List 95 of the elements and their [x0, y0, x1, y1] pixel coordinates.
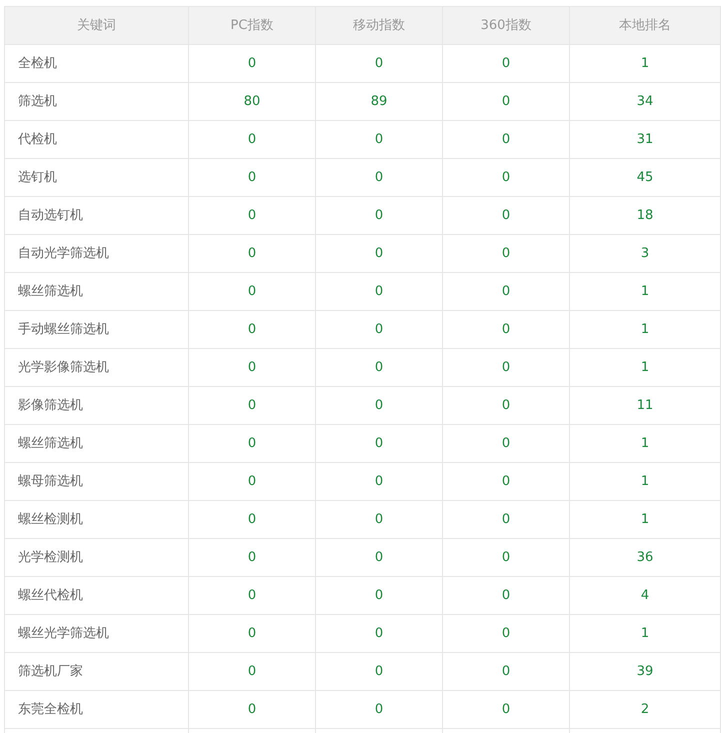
number-cell: 0: [442, 120, 570, 158]
keyword-cell: 光学影像筛选机: [4, 348, 188, 386]
number-cell: 0: [442, 576, 570, 614]
number-cell: 0: [188, 538, 316, 576]
number-cell: 0: [188, 576, 316, 614]
number-cell: 0: [316, 44, 442, 82]
number-cell: 0: [188, 272, 316, 310]
column-header: 本地排名: [570, 6, 720, 44]
keyword-cell: 自动光学筛选机: [4, 234, 188, 272]
number-cell: 4: [570, 576, 720, 614]
number-cell: 34: [570, 82, 720, 120]
number-cell: 0: [316, 538, 442, 576]
number-cell: 0: [188, 462, 316, 500]
number-cell: 0: [442, 652, 570, 690]
keyword-cell: 影像筛选机: [4, 386, 188, 424]
number-cell: 0: [442, 690, 570, 728]
number-cell: 31: [570, 120, 720, 158]
number-cell: 0: [442, 500, 570, 538]
number-cell: 18: [570, 196, 720, 234]
number-cell: 1: [570, 614, 720, 652]
number-cell: 0: [442, 538, 570, 576]
keyword-cell: 螺母筛选机: [4, 462, 188, 500]
column-header: PC指数: [188, 6, 316, 44]
keyword-cell: 东莞全检机: [4, 690, 188, 728]
number-cell: 0: [316, 690, 442, 728]
number-cell: 1: [570, 500, 720, 538]
number-cell: 1: [570, 348, 720, 386]
number-cell: 0: [316, 158, 442, 196]
number-cell: 0: [316, 424, 442, 462]
number-cell: 0: [188, 120, 316, 158]
keyword-cell: 光学检测机: [4, 538, 188, 576]
number-cell: 0: [442, 310, 570, 348]
number-cell: 0: [442, 44, 570, 82]
number-cell: 0: [316, 120, 442, 158]
keyword-cell: 螺丝筛选机: [4, 272, 188, 310]
number-cell: 0: [316, 500, 442, 538]
keyword-cell: 螺丝代检机: [4, 576, 188, 614]
number-cell: 0: [442, 82, 570, 120]
number-cell: 0: [188, 348, 316, 386]
keyword-cell: 手动螺丝筛选机: [4, 310, 188, 348]
number-cell: 0: [442, 196, 570, 234]
number-cell: 0: [316, 348, 442, 386]
number-cell: 0: [316, 196, 442, 234]
keyword-cell: 代检机: [4, 120, 188, 158]
keyword-cell: 筛选机厂家: [4, 652, 188, 690]
keyword-cell: 自动选钉机: [4, 196, 188, 234]
number-cell: 0: [188, 158, 316, 196]
number-cell: 0: [316, 272, 442, 310]
number-cell: 1: [570, 424, 720, 462]
column-header: 360指数: [442, 6, 570, 44]
number-cell: 1: [570, 310, 720, 348]
number-cell: 11: [570, 386, 720, 424]
number-cell: 0: [316, 462, 442, 500]
number-cell: 0: [188, 386, 316, 424]
number-cell: 0: [188, 44, 316, 82]
number-cell: 0: [188, 424, 316, 462]
column-header: 移动指数: [316, 6, 442, 44]
keyword-cell: 全检机: [4, 44, 188, 82]
number-cell: 89: [316, 82, 442, 120]
keyword-cell: 选钉机: [4, 158, 188, 196]
number-cell: 1: [570, 44, 720, 82]
number-cell: 0: [316, 652, 442, 690]
number-cell: 2: [570, 690, 720, 728]
number-cell: 0: [188, 310, 316, 348]
keyword-cell: 螺丝光学筛选机: [4, 614, 188, 652]
number-cell: 0: [442, 158, 570, 196]
number-cell: 0: [316, 386, 442, 424]
number-cell: 36: [570, 538, 720, 576]
column-header: 关键词: [4, 6, 188, 44]
number-cell: 0: [316, 234, 442, 272]
number-cell: 0: [188, 196, 316, 234]
number-cell: 0: [442, 348, 570, 386]
number-cell: 0: [188, 500, 316, 538]
number-cell: 0: [442, 614, 570, 652]
keyword-cell: 筛选机: [4, 82, 188, 120]
number-cell: 3: [570, 234, 720, 272]
number-cell: 39: [570, 652, 720, 690]
number-cell: 0: [442, 424, 570, 462]
number-cell: 0: [442, 234, 570, 272]
number-cell: 45: [570, 158, 720, 196]
number-cell: 80: [188, 82, 316, 120]
number-cell: 0: [442, 272, 570, 310]
number-cell: 0: [442, 386, 570, 424]
number-cell: 0: [188, 614, 316, 652]
number-cell: 0: [316, 576, 442, 614]
number-cell: 1: [570, 462, 720, 500]
number-cell: 0: [316, 310, 442, 348]
keyword-cell: 螺丝筛选机: [4, 424, 188, 462]
keyword-cell: 螺丝检测机: [4, 500, 188, 538]
number-cell: 0: [188, 652, 316, 690]
number-cell: 0: [188, 234, 316, 272]
number-cell: 0: [442, 462, 570, 500]
number-cell: 0: [188, 690, 316, 728]
number-cell: 0: [316, 614, 442, 652]
number-cell: 1: [570, 272, 720, 310]
